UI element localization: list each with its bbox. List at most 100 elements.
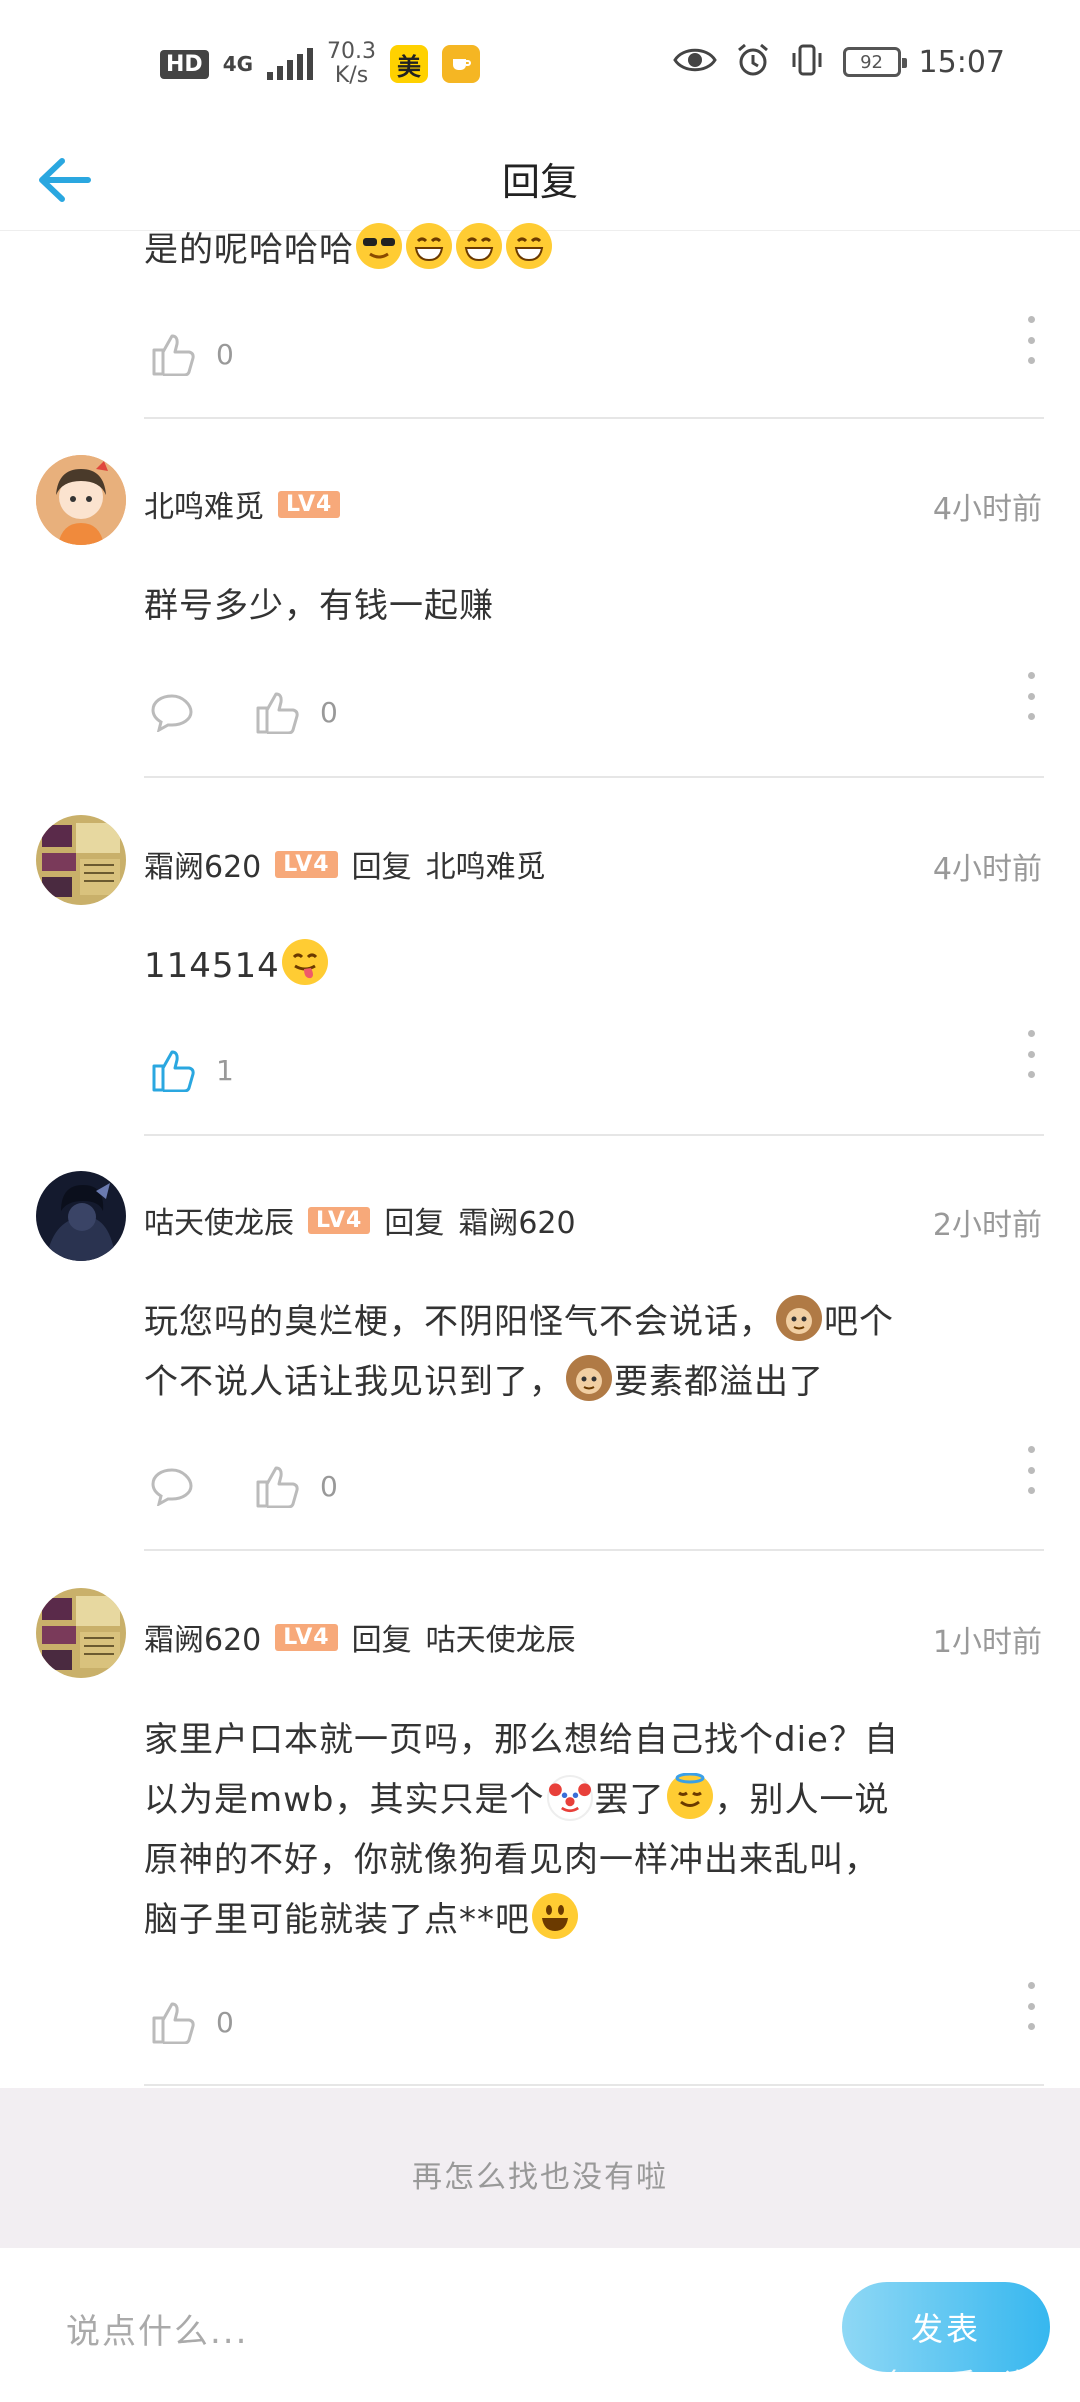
like-button-active[interactable] bbox=[150, 1048, 196, 1093]
end-of-list-text: 再怎么找也没有啦 bbox=[412, 2160, 668, 2195]
hd-icon: HD bbox=[160, 49, 209, 79]
grin-emoji-icon bbox=[456, 223, 502, 269]
comment-item: 北鸣难觅 LV4 4小时前 群号多少，有钱一起赚 0 bbox=[0, 420, 1080, 780]
timestamp: 1小时前 bbox=[932, 1625, 1042, 1660]
comment-text-part: 玩您吗的臭烂梗，不阴阳怪气不会说话， bbox=[144, 1302, 774, 1342]
meituan-icon: 美 bbox=[390, 45, 429, 83]
like-count: 1 bbox=[216, 1053, 234, 1087]
top-bar: 回复 bbox=[0, 135, 1080, 231]
like-count: 0 bbox=[320, 1469, 338, 1503]
comment-text-part: 原神的不好，你就像狗看见肉一样冲出来乱叫， bbox=[144, 1840, 879, 1880]
grin-emoji-icon bbox=[506, 223, 552, 269]
tongue-emoji-icon bbox=[281, 939, 328, 985]
thumbs-up-icon bbox=[152, 334, 195, 377]
level-badge: LV4 bbox=[275, 1623, 338, 1651]
battery-level: 92 bbox=[860, 51, 883, 73]
comment-actions: 0 bbox=[150, 2000, 234, 2045]
comment-text-part: 个不说人话让我见识到了， bbox=[144, 1362, 564, 1402]
comment-text-part: 吧个 bbox=[824, 1302, 894, 1342]
username[interactable]: 霜阙620 bbox=[144, 1615, 261, 1659]
send-button-label: 发表 bbox=[910, 2310, 981, 2348]
comment-meta: 咕天使龙辰 LV4 回复 霜阙620 bbox=[144, 1198, 576, 1242]
divider bbox=[144, 776, 1044, 778]
like-count: 0 bbox=[320, 695, 338, 729]
like-count: 0 bbox=[216, 2005, 234, 2039]
reply-target-username[interactable]: 霜阙620 bbox=[458, 1198, 575, 1242]
more-options-button[interactable] bbox=[1026, 672, 1036, 720]
like-button[interactable] bbox=[150, 332, 196, 377]
comment-input[interactable]: 说点什么... bbox=[66, 2304, 248, 2353]
comment-text-part: 脑子里可能就装了点**吧 bbox=[144, 1900, 530, 1940]
smile-emoji-icon bbox=[532, 1893, 578, 1939]
speed-unit: K/s bbox=[334, 63, 369, 88]
reply-button[interactable] bbox=[150, 692, 194, 733]
username[interactable]: 北鸣难觅 bbox=[144, 482, 264, 526]
comment-text: 是的呢哈哈哈 bbox=[144, 220, 1044, 280]
comment-text-content: 114514 bbox=[144, 946, 280, 986]
divider bbox=[144, 1549, 1044, 1551]
avatar[interactable] bbox=[36, 1588, 126, 1678]
comment-actions: 0 bbox=[150, 1464, 338, 1509]
comment-item: 霜阙620 LV4 回复 北鸣难觅 4小时前 114514 1 bbox=[0, 780, 1080, 1138]
comment-actions: 0 bbox=[150, 332, 234, 377]
avatar[interactable] bbox=[36, 455, 126, 545]
divider bbox=[144, 1134, 1044, 1136]
more-options-button[interactable] bbox=[1026, 1446, 1036, 1494]
avatar[interactable] bbox=[36, 1171, 126, 1261]
username[interactable]: 霜阙620 bbox=[144, 842, 261, 886]
clown-emoji-icon bbox=[546, 1775, 593, 1821]
vibrate-icon bbox=[789, 42, 825, 82]
reply-target-username[interactable]: 北鸣难觅 bbox=[426, 842, 546, 886]
comment-text-content: 是的呢哈哈哈 bbox=[144, 230, 354, 270]
comment-text-part: 以为是mwb，其实只是个 bbox=[144, 1780, 545, 1820]
comment-actions: 1 bbox=[150, 1048, 234, 1093]
timestamp: 4小时前 bbox=[932, 492, 1042, 527]
clock: 15:07 bbox=[918, 44, 1005, 80]
avatar[interactable] bbox=[36, 815, 126, 905]
timestamp: 4小时前 bbox=[932, 852, 1042, 887]
username[interactable]: 咕天使龙辰 bbox=[144, 1198, 294, 1242]
reply-label: 回复 bbox=[384, 1206, 445, 1241]
like-button[interactable] bbox=[254, 690, 300, 735]
comment-text: 家里户口本就一页吗，那么想给自己找个die？自 以为是mwb，其实只是个 罢了 ，别人… bbox=[144, 1710, 1044, 1950]
status-right: 92 15:07 bbox=[672, 42, 1005, 82]
send-button[interactable]: 发表 bbox=[842, 2282, 1050, 2372]
eye-icon bbox=[672, 45, 717, 79]
thumbs-up-icon bbox=[152, 2002, 195, 2045]
page-title: 回复 bbox=[501, 160, 578, 204]
reply-label: 回复 bbox=[351, 1623, 412, 1658]
level-badge: LV4 bbox=[308, 1206, 371, 1234]
grin-emoji-icon bbox=[406, 223, 452, 269]
reply-button[interactable] bbox=[150, 1466, 194, 1507]
like-count: 0 bbox=[216, 337, 234, 371]
like-button[interactable] bbox=[254, 1464, 300, 1509]
speed-value: 70.3 bbox=[327, 39, 377, 64]
level-badge: LV4 bbox=[278, 490, 341, 518]
comment-meta: 霜阙620 LV4 回复 北鸣难觅 bbox=[144, 842, 546, 886]
more-options-button[interactable] bbox=[1026, 1982, 1036, 2030]
coffee-app-icon bbox=[442, 45, 481, 83]
reply-target-username[interactable]: 咕天使龙辰 bbox=[426, 1615, 576, 1659]
comment-text-part: 要素都溢出了 bbox=[614, 1362, 824, 1402]
comment-item: 是的呢哈哈哈 0 bbox=[0, 223, 1080, 420]
timestamp: 2小时前 bbox=[932, 1208, 1042, 1243]
angel-emoji-icon bbox=[666, 1772, 713, 1819]
signal-icon bbox=[267, 48, 314, 80]
monkey-emoji-icon bbox=[776, 1295, 822, 1341]
comment-text: 群号多少，有钱一起赚 bbox=[144, 586, 494, 626]
reply-label: 回复 bbox=[351, 850, 412, 885]
more-options-button[interactable] bbox=[1026, 1030, 1036, 1078]
comment-item: 霜阙620 LV4 回复 咕天使龙辰 1小时前 家里户口本就一页吗，那么想给自己… bbox=[0, 1556, 1080, 2088]
status-bar: HD 4G 70.3 K/s 美 92 15:07 bbox=[0, 0, 1080, 135]
sunglasses-emoji-icon bbox=[356, 223, 402, 269]
comment-meta: 北鸣难觅 LV4 bbox=[144, 482, 341, 526]
thumbs-up-icon bbox=[256, 692, 299, 735]
comment-text-part: ，别人一说 bbox=[714, 1780, 890, 1820]
more-options-button[interactable] bbox=[1026, 316, 1036, 364]
status-left: HD 4G 70.3 K/s 美 bbox=[160, 39, 481, 88]
comment-composer: 说点什么... 发表 头条 @后三迩三 bbox=[0, 2248, 1080, 2400]
like-button[interactable] bbox=[150, 2000, 196, 2045]
alarm-icon bbox=[735, 42, 771, 82]
divider bbox=[144, 2084, 1044, 2086]
thumbs-up-icon bbox=[256, 1466, 299, 1509]
